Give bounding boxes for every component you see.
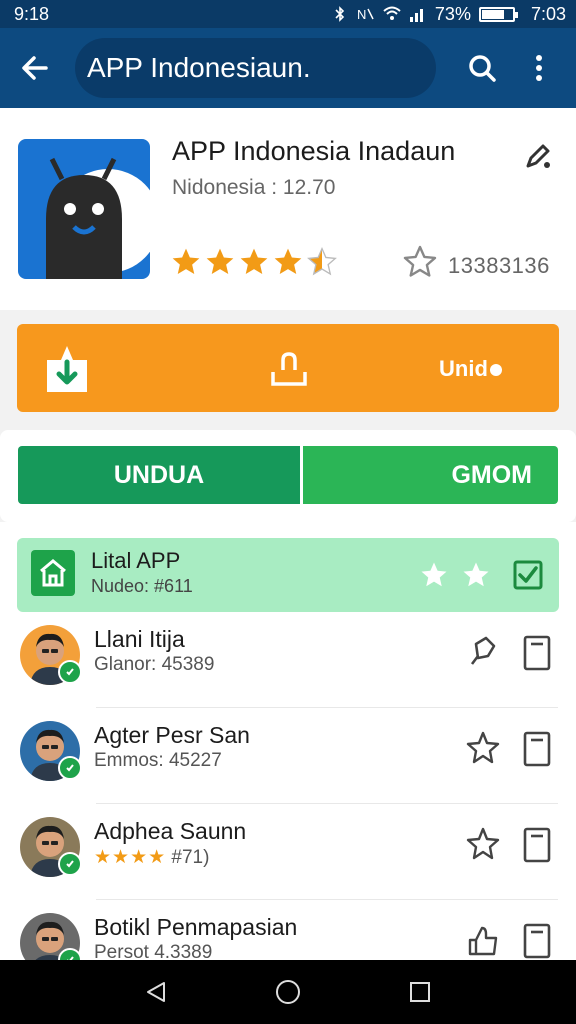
nfc-icon: N [357,7,374,22]
list-item-name: Agter Pesr San [94,722,250,748]
online-badge-icon [58,756,82,780]
app-bar: APP Indonesiaun. [0,28,576,108]
wifi-icon [383,6,401,20]
status-time-right: 7:03 [530,3,566,24]
star-outline-icon [466,731,500,764]
battery-percent: 73% [434,3,471,24]
star-outline-icon [466,827,500,860]
list-item-action-button[interactable] [464,922,502,960]
download-box-icon [47,346,87,392]
pin-icon [470,636,496,665]
app-header-card: APP Indonesia Inadaun Nidonesia : 12.70 … [0,108,576,310]
app-bar-title: APP Indonesiaun. [86,52,311,83]
pencil-icon [526,144,550,168]
list-item-action-button[interactable] [464,730,502,768]
list-item-action-button[interactable] [464,826,502,864]
list-item-subtitle: Glanor: 45389 [94,654,215,675]
circle-home-icon [276,980,300,1004]
star-filled-icon [172,248,200,274]
star-filled-icon [240,248,268,274]
star-outline-icon [403,245,437,277]
home-icon [31,550,75,596]
battery-icon [478,6,518,22]
document-icon [523,827,551,863]
search-button[interactable] [458,44,505,92]
online-badge-icon [58,852,82,876]
star-filled-icon [274,248,302,274]
list-item-document-button[interactable] [520,826,554,864]
highlight-stars [419,560,491,590]
signal-icon [409,9,423,22]
rating-stars [170,246,338,278]
list-item-subtitle: ★★★★ #71) [94,847,210,868]
star-filled-icon [421,562,447,587]
app-icon [18,139,150,279]
app-bar-title-pill[interactable]: APP Indonesiaun. [74,38,437,98]
document-icon [523,635,551,671]
document-icon [523,923,551,959]
share-button[interactable] [269,350,309,388]
list-item-name: Botikl Penmapasian [94,914,298,940]
status-bar: 9:18 N 73% 7:03 [0,0,576,28]
dot-icon [489,364,502,376]
download-button[interactable] [43,342,91,396]
orange-action-label[interactable]: Unid [439,356,502,382]
star-filled-icon [463,562,489,587]
arrow-left-icon [22,56,49,80]
list-item-subtitle: Emmos: 45227 [94,750,222,771]
list-item-action-button[interactable] [464,634,502,672]
svg-text:N: N [357,7,366,22]
user-list: Lital APP Nudeo: #611 Llani Itija Glanor… [0,522,576,996]
highlight-checkbox[interactable] [513,560,543,590]
square-recents-icon [410,982,430,1002]
highlight-subtitle: Nudeo: #611 [91,576,193,596]
online-badge-icon [58,660,82,684]
more-vert-icon [535,55,542,81]
star-half-icon [307,247,337,276]
list-item-document-button[interactable] [520,634,554,672]
app-name: APP Indonesia Inadaun [172,136,456,166]
search-icon [468,55,496,82]
highlight-title: Lital APP [91,548,181,573]
back-button[interactable] [14,46,57,90]
favorite-button[interactable] [400,242,440,282]
share-icon [271,352,307,386]
highlight-list-item[interactable]: Lital APP Nudeo: #611 [17,538,559,612]
list-item[interactable]: Adphea Saunn ★★★★ #71) [0,804,576,900]
document-icon [523,731,551,767]
nav-back-button[interactable] [136,972,176,1012]
list-item[interactable]: Llani Itija Glanor: 45389 [0,612,576,708]
triangle-back-icon [147,982,165,1002]
gmom-button[interactable]: GMOM [303,446,558,504]
app-version: Nidonesia : 12.70 [172,176,336,199]
list-item[interactable]: Agter Pesr San Emmos: 45227 [0,708,576,804]
split-buttons-card: UNDUA GMOM [0,430,576,522]
more-options-button[interactable] [515,44,562,92]
list-item-name: Adphea Saunn [94,818,247,844]
thumb-up-icon [468,926,498,956]
list-item-name: Llani Itija [94,626,185,652]
list-item-rating-stars: ★★★★ [94,847,167,868]
star-filled-icon [206,248,234,274]
list-item-document-button[interactable] [520,730,554,768]
status-time-left: 9:18 [14,3,50,24]
edit-button[interactable] [518,136,558,176]
undua-button[interactable]: UNDUA [18,446,300,504]
check-box-icon [513,560,543,590]
system-nav-bar [0,960,576,1024]
nav-home-button[interactable] [268,972,308,1012]
review-count: 13383136 [448,253,550,278]
list-item-document-button[interactable] [520,922,554,960]
bluetooth-icon [335,6,345,22]
orange-action-bar: Unid [17,324,559,412]
nav-recents-button[interactable] [400,972,440,1012]
